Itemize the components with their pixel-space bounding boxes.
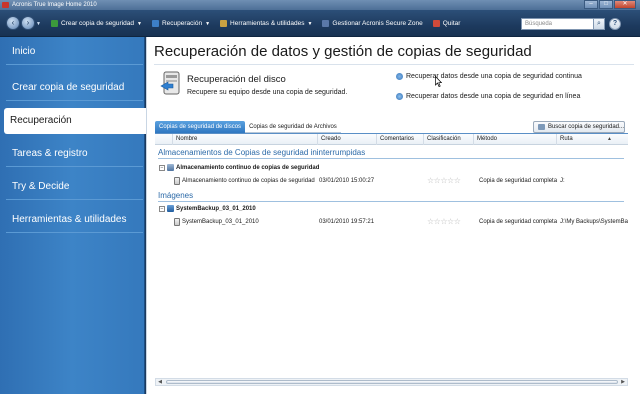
title-bar: Acronis True Image Home 2010 – □ ✕ xyxy=(0,0,640,10)
backup-created: 03/01/2010 19:57:21 xyxy=(319,219,375,225)
sidebar-item-try-decide[interactable]: Try & Decide xyxy=(6,174,143,200)
column-header-rating[interactable]: Clasificación xyxy=(423,134,473,145)
toolbar: ‹ › ▼ Crear copia de seguridad ▼ Recuper… xyxy=(0,10,640,37)
scroll-left-icon[interactable]: ◀ xyxy=(156,379,164,385)
menu-create-backup[interactable]: Crear copia de seguridad ▼ xyxy=(46,18,147,29)
divider xyxy=(158,201,624,202)
backup-path: J:\My Backups\SystemBa xyxy=(560,219,629,225)
chevron-up-icon: ▲ xyxy=(607,136,612,142)
chevron-down-icon: ▼ xyxy=(205,20,211,27)
help-icon[interactable]: ? xyxy=(609,18,621,30)
rating-stars[interactable]: ☆☆☆☆☆ xyxy=(427,217,461,226)
sidebar-item-create-backup[interactable]: Crear copia de seguridad xyxy=(6,75,143,101)
tree-item-continuous-storage[interactable]: − Almacenamiento continuo de copias de s… xyxy=(159,164,319,171)
main-panel: Recuperación de datos y gestión de copia… xyxy=(146,37,640,394)
column-header-select xyxy=(155,134,172,145)
backup-name[interactable]: SystemBackup_03_01_2010 xyxy=(182,219,259,225)
page-title: Recuperación de datos y gestión de copia… xyxy=(154,43,532,60)
online-backup-icon xyxy=(396,93,403,100)
scroll-thumb[interactable] xyxy=(166,380,618,384)
acronis-logo-icon xyxy=(2,2,9,8)
sidebar-item-recovery[interactable]: Recuperación xyxy=(4,108,146,134)
folder-search-icon xyxy=(538,124,545,130)
backup-created: 03/01/2010 15:00:27 xyxy=(319,178,375,184)
sidebar-item-tools[interactable]: Herramientas & utilidades xyxy=(6,207,143,233)
menu-secure-zone[interactable]: Gestionar Acronis Secure Zone xyxy=(317,18,427,29)
history-dropdown-icon[interactable]: ▼ xyxy=(36,21,41,27)
collapse-icon[interactable]: − xyxy=(159,164,165,171)
column-header-path[interactable]: Ruta xyxy=(556,134,628,145)
disk-image-icon xyxy=(167,205,174,212)
collapse-icon[interactable]: − xyxy=(159,205,165,212)
divider xyxy=(154,64,634,65)
chevron-down-icon: ▼ xyxy=(307,20,313,27)
sidebar-item-home[interactable]: Inicio xyxy=(6,39,143,65)
backup-path: J: xyxy=(560,178,565,184)
menu-remove[interactable]: Quitar xyxy=(428,18,466,29)
recover-continuous-link[interactable]: Recuperar datos desde una copia de segur… xyxy=(396,73,582,80)
backup-archive-icon xyxy=(174,177,180,185)
tab-disk-backups[interactable]: Copias de seguridad de discos xyxy=(155,121,246,133)
mouse-cursor-icon xyxy=(435,76,442,87)
menu-recovery[interactable]: Recuperación ▼ xyxy=(147,18,215,29)
scroll-right-icon[interactable]: ▶ xyxy=(619,379,627,385)
column-header-comments[interactable]: Comentarios xyxy=(376,134,423,145)
rating-stars[interactable]: ☆☆☆☆☆ xyxy=(427,176,461,185)
back-button[interactable]: ‹ xyxy=(6,16,20,30)
remove-icon xyxy=(432,20,440,27)
tab-file-backups[interactable]: Copias de seguridad de Archivos xyxy=(245,121,341,133)
chevron-down-icon: ▼ xyxy=(137,20,142,27)
tree-item-system-backup[interactable]: − SystemBackup_03_01_2010 xyxy=(159,205,256,212)
backup-method: Copia de seguridad completa xyxy=(479,219,558,225)
disk-recovery-description: Recupere su equipo desde una copia de se… xyxy=(187,89,348,96)
forward-button[interactable]: › xyxy=(21,16,35,30)
sidebar: Inicio Crear copia de seguridad Recupera… xyxy=(0,37,146,394)
window-controls: – □ ✕ xyxy=(584,0,636,9)
table-header: Nombre Creado Comentarios Clasificación … xyxy=(155,134,628,145)
minimize-button[interactable]: – xyxy=(584,0,598,9)
horizontal-scrollbar[interactable]: ◀ ▶ xyxy=(155,378,628,386)
window-title: Acronis True Image Home 2010 xyxy=(12,2,97,8)
continuous-backup-icon xyxy=(396,73,403,80)
disk-recovery-link[interactable]: Recuperación del disco xyxy=(187,74,286,85)
find-backup-button[interactable]: Buscar copia de seguridad... xyxy=(533,121,625,133)
backup-archive-icon xyxy=(174,218,180,226)
backup-icon xyxy=(51,20,58,27)
group-title-images: Imágenes xyxy=(158,191,194,200)
recover-online-link[interactable]: Recuperar datos desde una copia de segur… xyxy=(396,93,580,100)
disk-recovery-icon[interactable] xyxy=(160,70,184,98)
menu-tools[interactable]: Herramientas & utilidades ▼ xyxy=(215,18,317,29)
storage-icon xyxy=(167,164,174,171)
sidebar-item-tasks-log[interactable]: Tareas & registro xyxy=(6,141,143,167)
tools-icon xyxy=(220,20,228,27)
close-button[interactable]: ✕ xyxy=(614,0,636,9)
search-icon[interactable]: ⌕ xyxy=(593,18,605,30)
backup-method: Copia de seguridad completa xyxy=(479,178,558,184)
column-header-name[interactable]: Nombre xyxy=(172,134,317,145)
recovery-icon xyxy=(151,20,159,27)
secure-zone-icon xyxy=(322,20,330,27)
backup-name[interactable]: Almacenamiento continuo de copias de seg… xyxy=(182,178,315,184)
column-header-method[interactable]: Método xyxy=(473,134,556,145)
backup-tabs: Copias de seguridad de discos Copias de … xyxy=(155,121,341,133)
divider xyxy=(158,158,624,159)
column-header-created[interactable]: Creado xyxy=(317,134,376,145)
group-title-continuous: Almacenamientos de Copias de seguridad i… xyxy=(158,148,366,157)
maximize-button[interactable]: □ xyxy=(599,0,613,9)
main-menu: Crear copia de seguridad ▼ Recuperación … xyxy=(46,18,465,29)
